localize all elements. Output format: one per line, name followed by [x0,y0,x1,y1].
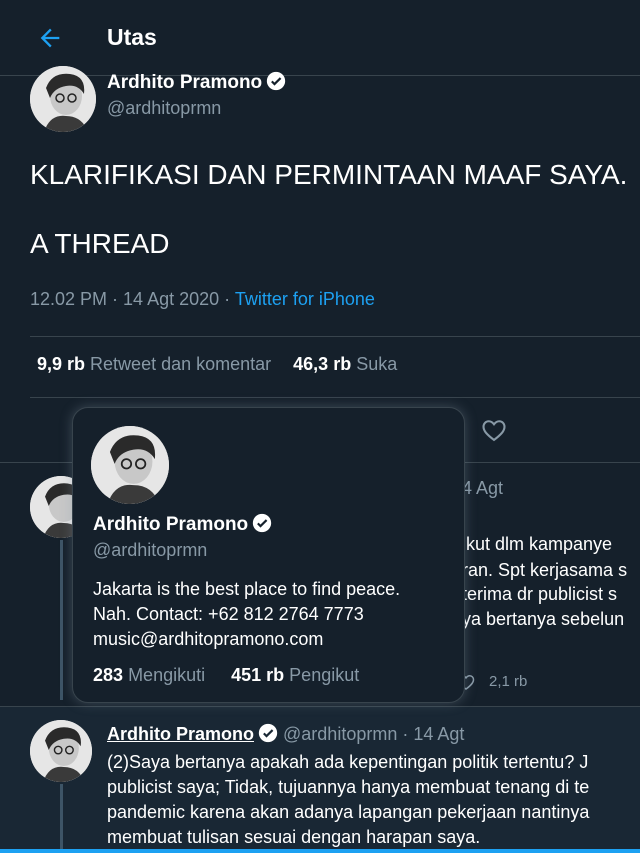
hover-card-bio-line: Nah. Contact: +62 812 2764 7773 [93,604,364,624]
bottom-accent-bar [0,849,640,853]
followers-stat[interactable]: 451 rb Pengikut [231,665,359,685]
reply-date[interactable]: 4 Agt [462,478,503,499]
author-name[interactable]: Ardhito Pramono [107,71,286,94]
following-stat[interactable]: 283 Mengikuti [93,665,205,685]
reply-avatar[interactable] [30,720,92,782]
heart-icon[interactable] [480,416,508,444]
hover-card-handle[interactable]: @ardhitoprmn [93,540,207,561]
verified-badge-icon [258,723,278,743]
thread-connector [60,784,63,853]
tweet-stats: 9,9 rb Retweet dan komentar 46,3 rb Suka [37,354,397,375]
reply-header: Ardhito Pramono @ardhitoprmn · 14 Agt [107,723,464,745]
author-handle[interactable]: @ardhitoprmn [107,98,221,119]
reply-text-line: ikut dlm kampanye [462,534,613,554]
hover-card-name-text[interactable]: Ardhito Pramono [93,514,248,535]
hover-card-stats: 283 Mengikuti 451 rb Pengikut [93,665,359,686]
tweet-source-link[interactable]: Twitter for iPhone [235,289,375,309]
author-avatar[interactable] [30,66,96,132]
reply-like-count: 2,1 rb [489,673,528,690]
divider [30,336,640,337]
reply-text-line: (2)Saya bertanya apakah ada kepentingan … [107,752,589,772]
profile-hover-card[interactable]: Ardhito Pramono @ardhitoprmn Jakarta is … [72,407,465,703]
hover-card-bio-line: music@ardhitopramono.com [93,629,324,649]
hover-card-name[interactable]: Ardhito Pramono [93,513,272,536]
reply-author-handle[interactable]: @ardhitoprmn [283,724,397,744]
hover-card-avatar[interactable] [91,426,169,504]
reply-text-line: membuat tulisan sesuai dengan harapan sa… [107,827,481,847]
reply-date[interactable]: 14 Agt [413,724,464,744]
back-arrow-icon[interactable] [36,24,64,52]
tweet-text-line1: KLARIFIKASI DAN PERMINTAAN MAAF SAYA. [30,159,628,190]
likes-stat[interactable]: 46,3 rb Suka [293,354,397,374]
retweets-stat[interactable]: 9,9 rb Retweet dan komentar [37,354,271,374]
thread-connector [60,540,63,700]
reply-text-line: terima dr publicist s [462,584,618,604]
divider [30,397,640,398]
hover-card-bio-line: Jakarta is the best place to find peace. [93,579,401,599]
page-title: Utas [107,24,157,50]
app-header: Utas [0,0,640,76]
tweet-date[interactable]: 14 Agt 2020 [123,289,219,309]
reply-text-line: ya bertanya sebelun [462,609,625,629]
tweet-meta: 12.02 PM · 14 Agt 2020 · Twitter for iPh… [30,289,375,309]
author-name-text[interactable]: Ardhito Pramono [107,72,262,93]
reply-text-line: ran. Spt kerjasama s [462,560,628,580]
verified-badge-icon [266,71,286,91]
tweet-time[interactable]: 12.02 PM [30,289,107,309]
tweet-text-line2: A THREAD [30,228,170,259]
reply-author-name[interactable]: Ardhito Pramono [107,724,254,744]
reply-text-line: publicist saya; Tidak, tujuannya hanya m… [107,777,590,797]
verified-badge-icon [252,513,272,533]
separator-dot: · [402,724,409,744]
reply-text-line: pandemic karena akan adanya lapangan pek… [107,802,590,822]
